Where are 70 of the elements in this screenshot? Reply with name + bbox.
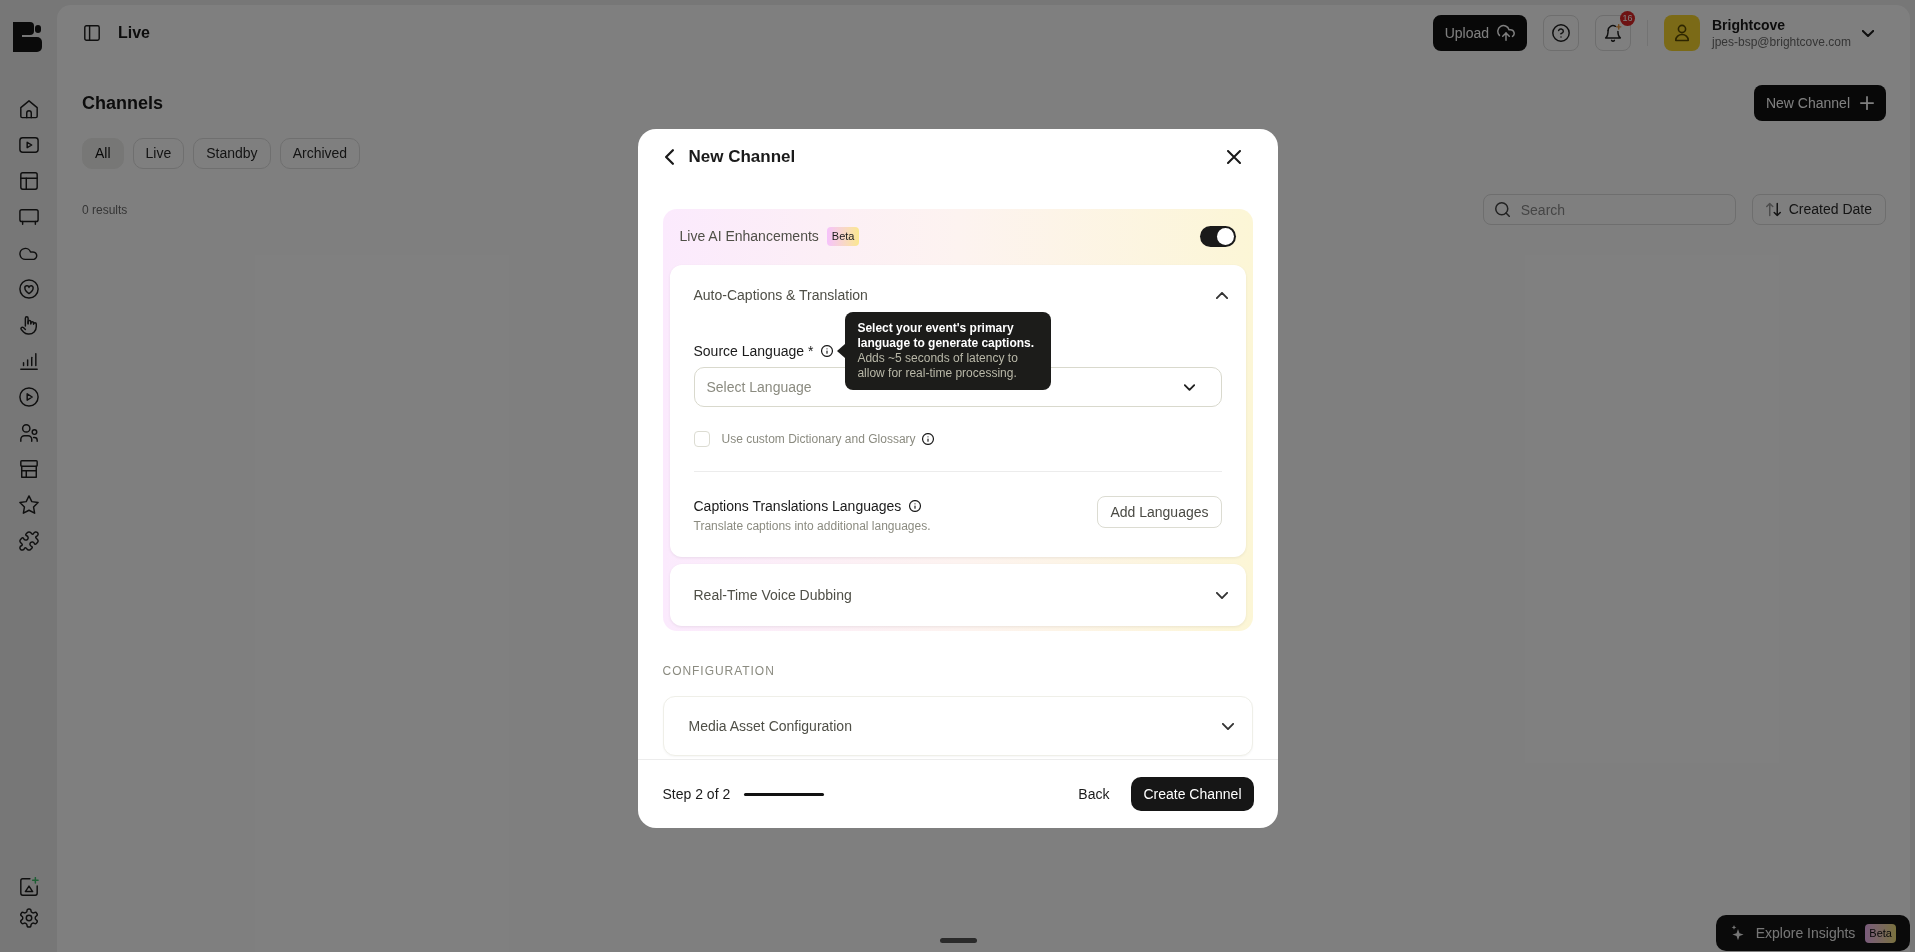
screen-icon[interactable] xyxy=(18,207,39,227)
new-channel-button[interactable]: New Channel xyxy=(1753,85,1886,121)
chevron-down-icon[interactable] xyxy=(1215,591,1228,599)
field-description: Translate captions into additional languages. xyxy=(693,518,931,534)
heart-circle-icon[interactable] xyxy=(18,279,39,299)
chevron-down-icon xyxy=(1183,383,1195,391)
close-icon[interactable] xyxy=(1226,150,1241,164)
info-icon[interactable] xyxy=(921,433,934,445)
play-circle-icon[interactable] xyxy=(18,387,39,407)
beta-badge: Beta xyxy=(826,226,860,246)
image-sparkle-icon[interactable] xyxy=(18,877,39,897)
sort-button[interactable]: Created Date xyxy=(1751,194,1886,225)
dialog-title: New Channel xyxy=(688,146,796,169)
filter-tab[interactable]: Live xyxy=(132,138,185,169)
bar-chart-icon[interactable] xyxy=(18,351,39,371)
filter-tab[interactable]: Standby xyxy=(193,138,271,169)
back-button[interactable]: Back xyxy=(1078,783,1110,805)
layout-icon[interactable] xyxy=(18,171,39,191)
field-label: Captions Translations Languages xyxy=(693,497,902,516)
accordion-title[interactable]: Auto-Captions & Translation xyxy=(693,284,868,306)
chevron-down-icon[interactable] xyxy=(1221,722,1234,730)
bell-icon xyxy=(1604,24,1622,42)
info-icon[interactable] xyxy=(821,345,834,357)
star-icon[interactable] xyxy=(18,495,39,515)
hand-icon[interactable] xyxy=(18,315,39,335)
storefront-icon[interactable] xyxy=(18,459,39,479)
account-name: Brightcove xyxy=(1712,16,1787,34)
toggle-switch[interactable] xyxy=(1199,225,1236,247)
home-icon[interactable] xyxy=(18,99,39,119)
search-icon xyxy=(1494,202,1510,217)
cloud-upload-icon xyxy=(1497,24,1515,42)
section-label: CONFIGURATION xyxy=(662,663,776,679)
accordion-title[interactable]: Media Asset Configuration xyxy=(688,715,852,737)
info-icon[interactable] xyxy=(909,500,922,512)
checkbox[interactable] xyxy=(693,431,710,447)
beta-badge: Beta xyxy=(1865,923,1896,943)
field-label: Source Language * xyxy=(693,342,814,361)
tooltip-text: Adds ~5 seconds of latency to allow for real-time processing. xyxy=(857,351,1019,381)
filter-tab[interactable]: All xyxy=(82,138,124,169)
page-title: Channels xyxy=(82,91,164,115)
puzzle-icon[interactable] xyxy=(18,531,39,551)
explore-insights-button[interactable]: Explore Insights Beta xyxy=(1715,915,1910,951)
sparkle-icon xyxy=(1729,925,1746,941)
upload-button[interactable]: Upload xyxy=(1432,15,1527,51)
filter-tab[interactable]: Archived xyxy=(279,138,361,169)
tooltip-title: Select your event's primary language to generate captions. xyxy=(857,321,1036,351)
chevron-left-icon[interactable] xyxy=(664,149,674,165)
logo-icon[interactable] xyxy=(13,22,44,52)
sidebar-toggle-icon[interactable] xyxy=(84,25,100,41)
chevron-up-icon[interactable] xyxy=(1215,291,1228,299)
help-button[interactable] xyxy=(1543,15,1579,51)
panel-title: Live AI Enhancements xyxy=(679,226,819,246)
account-email: jpes-bsp@brightcove.com xyxy=(1712,34,1851,50)
drag-handle[interactable] xyxy=(940,938,977,943)
video-icon[interactable] xyxy=(18,135,39,155)
sort-arrows-icon xyxy=(1765,202,1781,217)
checkbox-label: Use custom Dictionary and Glossary xyxy=(721,431,916,448)
section-heading: Live xyxy=(118,25,150,41)
create-channel-button[interactable]: Create Channel xyxy=(1131,777,1254,811)
help-icon xyxy=(1552,24,1570,42)
accordion-title[interactable]: Real-Time Voice Dubbing xyxy=(693,584,852,606)
settings-icon[interactable] xyxy=(18,908,39,928)
user-avatar-icon[interactable] xyxy=(1664,15,1700,51)
add-languages-button[interactable]: Add Languages xyxy=(1097,496,1222,528)
users-icon[interactable] xyxy=(18,423,39,443)
results-count: 0 results xyxy=(82,201,128,219)
plus-icon xyxy=(1860,96,1874,110)
step-indicator: Step 2 of 2 xyxy=(662,784,731,804)
notification-badge: 16 xyxy=(1620,11,1635,26)
search-field[interactable]: Search xyxy=(1482,194,1736,225)
